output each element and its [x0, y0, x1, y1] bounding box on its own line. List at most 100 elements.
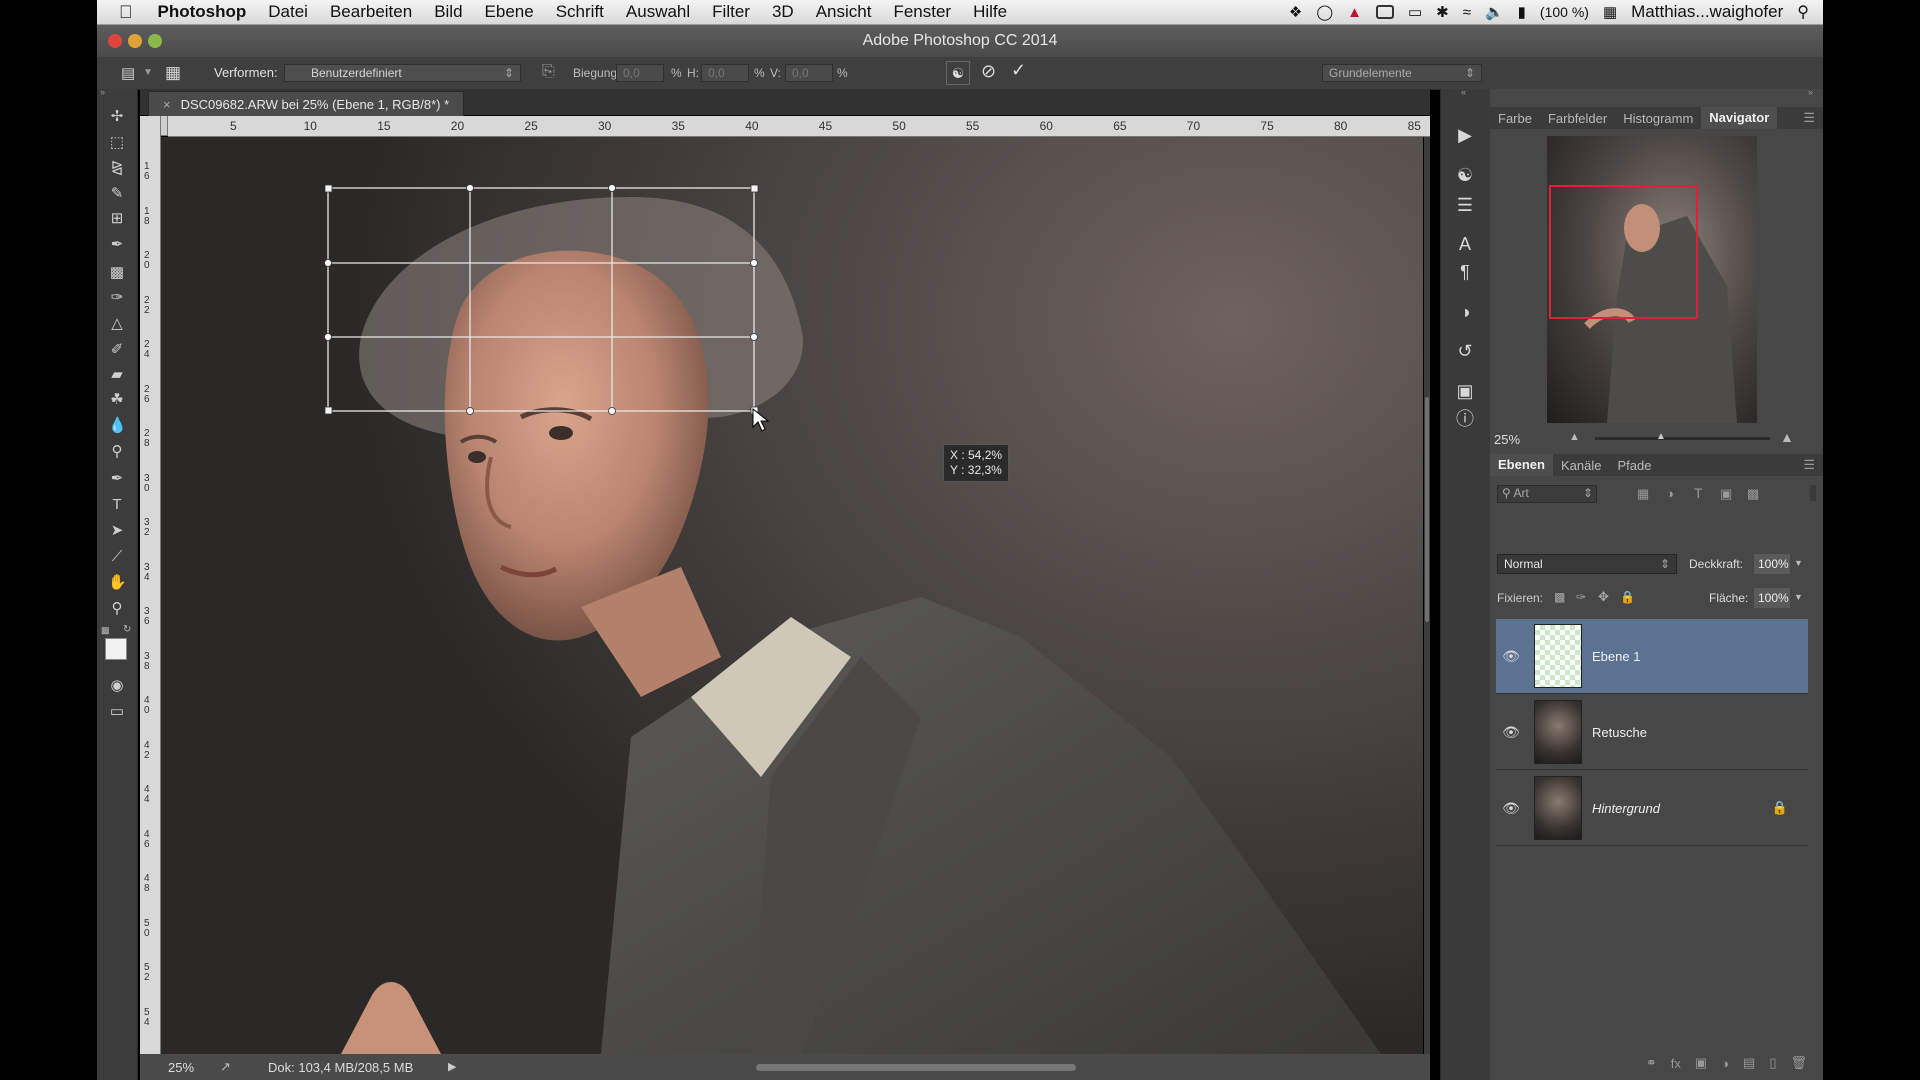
sync-icon[interactable]: ◯	[1316, 3, 1333, 21]
screen-mode-icon[interactable]: ▭	[108, 703, 126, 721]
warp-control-point[interactable]	[608, 407, 616, 415]
layer-filter-select[interactable]: ⚲ Art ⇕	[1497, 485, 1597, 503]
history-panel-icon[interactable]: ↺	[1453, 339, 1477, 363]
filter-toggle[interactable]	[1810, 485, 1816, 501]
layer-row-ebene-1[interactable]: 👁 Ebene 1	[1496, 619, 1808, 694]
tab-farbfelder[interactable]: Farbfelder	[1540, 111, 1615, 126]
menu-filter[interactable]: Filter	[701, 2, 761, 22]
warp-control-point[interactable]	[608, 184, 616, 192]
dodge-tool-icon[interactable]: ⚲	[108, 443, 126, 461]
opacity-input[interactable]: 100%	[1754, 554, 1790, 574]
history-brush-tool-icon[interactable]: ✐	[108, 341, 126, 359]
layer-row-hintergrund[interactable]: 👁 Hintergrund 🔒	[1496, 771, 1808, 846]
display-icon[interactable]: ▭	[1408, 3, 1422, 21]
tool-presets-icon[interactable]: ☯	[1453, 163, 1477, 187]
warp-control-point[interactable]	[466, 184, 474, 192]
warp-control-point[interactable]	[466, 407, 474, 415]
visibility-eye-icon[interactable]: 👁	[1496, 800, 1526, 817]
spotlight-search-icon[interactable]: ⚲	[1797, 2, 1809, 22]
horizontal-ruler[interactable]: 5 10 15 20 25 30 35 40 45 50 55 60 65 70 75 80 85	[168, 116, 1430, 137]
menu-datei[interactable]: Datei	[257, 2, 319, 22]
bluetooth-icon[interactable]: ✱	[1436, 3, 1449, 21]
menu-auswahl[interactable]: Auswahl	[615, 2, 701, 22]
lock-position-icon[interactable]: ✥	[1598, 589, 1609, 605]
navigator-preview[interactable]	[1547, 136, 1757, 423]
dropbox-icon[interactable]: ❖	[1289, 3, 1302, 21]
paragraph-panel-icon[interactable]: ¶	[1453, 260, 1477, 284]
blend-mode-select[interactable]: Normal ⇕	[1497, 554, 1677, 574]
calendar-icon[interactable]: ▦	[1603, 3, 1617, 21]
v-distortion-input[interactable]: 0,0	[785, 64, 833, 82]
menu-hilfe[interactable]: Hilfe	[962, 2, 1018, 22]
new-layer-icon[interactable]: ▯	[1769, 1055, 1776, 1071]
menu-ebene[interactable]: Ebene	[474, 2, 545, 22]
layer-style-icon[interactable]: fx	[1671, 1056, 1681, 1071]
visibility-eye-icon[interactable]: 👁	[1496, 648, 1526, 665]
eraser-tool-icon[interactable]: ▰	[108, 366, 126, 384]
zoom-window-icon[interactable]	[148, 34, 162, 48]
wifi-icon[interactable]: ≈	[1463, 4, 1471, 21]
filter-adjustment-icon[interactable]: ◑	[1666, 486, 1674, 501]
share-icon[interactable]: ↗	[220, 1059, 231, 1075]
blur-tool-icon[interactable]: 💧	[108, 417, 127, 435]
hand-tool-icon[interactable]: ✋	[108, 574, 127, 592]
zoom-in-icon[interactable]: ▲	[1780, 429, 1794, 445]
commit-transform-icon[interactable]: ✓	[1011, 60, 1026, 81]
lock-transparent-icon[interactable]: ▩	[1554, 590, 1565, 604]
collapse-panel-icon[interactable]: »	[100, 87, 105, 97]
biegung-input[interactable]: 0,0	[616, 64, 664, 82]
cancel-transform-icon[interactable]: ⊘	[981, 61, 996, 82]
adjustment-layer-icon[interactable]: ◑	[1721, 1056, 1729, 1071]
vertical-scrollbar-thumb[interactable]	[1425, 397, 1429, 622]
lock-image-icon[interactable]: ✑	[1576, 590, 1586, 604]
status-menu-arrow-icon[interactable]: ▶	[448, 1060, 456, 1073]
brush-settings-icon[interactable]: ☰	[1453, 193, 1477, 217]
collapse-panels-icon[interactable]: »	[1808, 87, 1813, 97]
warp-control-point[interactable]	[324, 259, 332, 267]
lock-all-icon[interactable]: 🔒	[1620, 590, 1635, 604]
puppet-warp-icon[interactable]: ☯	[946, 61, 970, 85]
horizontal-scrollbar[interactable]	[756, 1064, 1076, 1071]
zoom-slider-handle[interactable]: ▲	[1656, 431, 1666, 442]
warp-tool-preset-icon[interactable]: ▤	[121, 64, 135, 82]
link-layers-icon[interactable]: ⚭	[1646, 1055, 1657, 1071]
user-name[interactable]: Matthias...waighofer	[1631, 2, 1783, 22]
swap-colors-icon[interactable]: ↻	[123, 624, 131, 635]
move-tool-icon[interactable]: ✢	[108, 108, 126, 126]
screen-icon[interactable]	[1375, 5, 1394, 19]
lasso-tool-icon[interactable]: ⧎	[108, 159, 126, 177]
panel-menu-icon[interactable]: ☰	[1795, 110, 1823, 126]
tab-pfade[interactable]: Pfade	[1609, 458, 1659, 473]
delete-layer-icon[interactable]: 🗑	[1790, 1055, 1807, 1071]
zoom-level[interactable]: 25%	[168, 1060, 194, 1075]
crop-tool-icon[interactable]: ⊞	[108, 210, 126, 228]
character-panel-icon[interactable]: A	[1453, 232, 1477, 256]
document-tab[interactable]: × DSC09682.ARW bei 25% (Ebene 1, RGB/8*)…	[148, 91, 465, 116]
layer-row-retusche[interactable]: 👁 Retusche	[1496, 695, 1808, 770]
path-selection-tool-icon[interactable]: ➤	[108, 522, 126, 540]
menu-fenster[interactable]: Fenster	[882, 2, 962, 22]
healing-brush-tool-icon[interactable]: ▩	[108, 264, 126, 282]
tab-navigator[interactable]: Navigator	[1701, 107, 1778, 129]
vertical-ruler[interactable]: 16 18 20 22 24 26 28 30 32 34 36 38 40 42 44 46 48 50 52 54	[140, 116, 161, 1060]
default-colors-icon[interactable]: ▩	[101, 625, 110, 636]
foreground-color-swatch[interactable]	[105, 638, 127, 660]
workspace-select[interactable]: Grundelemente ⇕	[1322, 64, 1482, 82]
properties-panel-icon[interactable]: ▣	[1453, 379, 1477, 403]
menu-ansicht[interactable]: Ansicht	[805, 2, 883, 22]
fill-input[interactable]: 100%	[1754, 588, 1790, 608]
menu-bearbeiten[interactable]: Bearbeiten	[319, 2, 423, 22]
h-distortion-input[interactable]: 0,0	[701, 64, 749, 82]
info-icon[interactable]: ⓘ	[1453, 407, 1477, 431]
navigator-zoom-slider[interactable]	[1595, 437, 1770, 440]
clone-stamp-tool-icon[interactable]: △	[108, 315, 126, 333]
filter-type-icon[interactable]: T	[1694, 485, 1703, 501]
vertical-scroll-track[interactable]	[1424, 137, 1430, 1054]
line-tool-icon[interactable]: ⟋	[108, 548, 126, 566]
warp-handle[interactable]	[324, 406, 333, 415]
adjustments-icon[interactable]: ◑	[1453, 300, 1477, 324]
close-tab-icon[interactable]: ×	[163, 97, 171, 112]
zoom-tool-icon[interactable]: ⚲	[108, 600, 126, 618]
navigator-zoom-value[interactable]: 25%	[1494, 432, 1520, 447]
tab-histogramm[interactable]: Histogramm	[1615, 111, 1701, 126]
